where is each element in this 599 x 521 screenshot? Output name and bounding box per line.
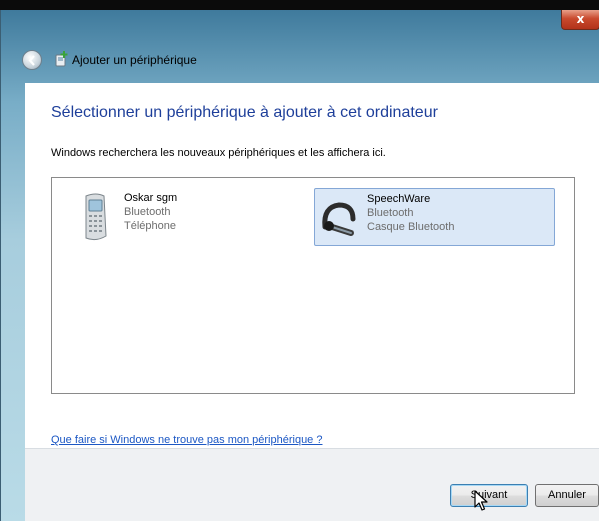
window-title: Ajouter un périphérique — [72, 53, 197, 67]
page-description: Windows recherchera les nouveaux périphé… — [51, 147, 386, 159]
device-name: Oskar sgm — [124, 192, 178, 204]
device-type: Bluetooth — [124, 206, 171, 218]
help-link[interactable]: Que faire si Windows ne trouve pas mon p… — [51, 434, 322, 446]
close-icon: x — [576, 12, 585, 26]
device-text: SpeechWare Bluetooth Casque Bluetooth — [367, 192, 454, 234]
close-button[interactable]: x — [561, 10, 599, 30]
device-category: Casque Bluetooth — [367, 221, 455, 233]
device-category: Téléphone — [124, 220, 176, 232]
device-type: Bluetooth — [367, 207, 414, 219]
cancel-button[interactable]: Annuler — [535, 484, 599, 507]
back-button[interactable] — [22, 50, 42, 70]
device-item-oskar-sgm[interactable]: Oskar sgm Bluetooth Téléphone — [72, 188, 272, 246]
back-arrow-icon — [28, 55, 35, 66]
device-list: Oskar sgm Bluetooth Téléphone SpeechWare… — [51, 177, 575, 394]
mobile-phone-icon — [85, 193, 107, 241]
device-name: SpeechWare — [367, 193, 431, 205]
page-heading: Sélectionner un périphérique à ajouter à… — [51, 104, 438, 121]
device-text: Oskar sgm Bluetooth Téléphone — [124, 191, 177, 233]
device-item-speechware[interactable]: SpeechWare Bluetooth Casque Bluetooth — [314, 188, 555, 246]
bluetooth-headset-icon — [322, 202, 356, 236]
next-button[interactable]: Suivant — [450, 484, 528, 507]
mouse-cursor-icon — [474, 490, 488, 511]
screen-top-edge — [0, 0, 599, 10]
add-device-icon — [55, 51, 68, 67]
